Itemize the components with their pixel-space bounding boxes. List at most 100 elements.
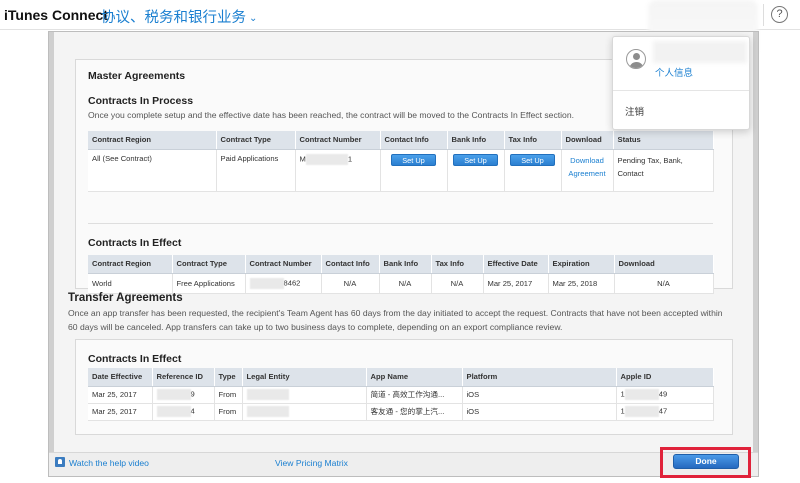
apple-id-cell: 1 49	[616, 386, 714, 404]
transfer-agreements-title: Transfer Agreements	[68, 292, 183, 304]
reference-id-cell: 9	[152, 386, 215, 404]
col-header: Apple ID	[616, 368, 714, 387]
bank-setup-button[interactable]: Set Up	[453, 153, 498, 166]
bank-info-cell: N/A	[379, 273, 432, 294]
redacted-value	[156, 389, 191, 400]
contract-number-suffix: 8462	[283, 278, 301, 287]
date-effective-cell: Mar 25, 2017	[88, 386, 153, 404]
apple-id-suffix: 49	[658, 389, 668, 399]
col-header: Effective Date	[483, 255, 549, 274]
account-dropdown: 个人信息 注销	[612, 36, 750, 130]
redacted-value	[246, 389, 289, 400]
tax-info-cell: N/A	[431, 273, 484, 294]
col-header: Contract Number	[245, 255, 322, 274]
col-header: Type	[214, 368, 243, 387]
contract-region-cell: All (See Contract)	[88, 149, 217, 192]
contracts-in-process-table: Contract Region Contract Type Contract N…	[88, 131, 714, 192]
contract-type-cell: Free Applications	[172, 273, 246, 294]
table-row: Mar 25, 2017 9 From 简道 - 高效工作沟通... iOS 1…	[88, 386, 714, 404]
table-row: All (See Contract) Paid Applications M1 …	[88, 149, 714, 192]
legal-entity-cell	[242, 386, 367, 404]
transfer-contracts-table: Date Effective Reference ID Type Legal E…	[88, 368, 714, 421]
contracts-in-effect-title: Contracts In Effect	[88, 237, 182, 249]
col-header: Contract Type	[216, 131, 296, 150]
done-highlight-box: Done	[660, 447, 751, 478]
expiration-cell: Mar 25, 2018	[548, 273, 615, 294]
transfer-contracts-panel: Contracts In Effect Date Effective Refer…	[75, 339, 733, 435]
type-cell: From	[214, 403, 243, 421]
apple-id-suffix: 47	[658, 406, 668, 416]
redacted-value	[156, 406, 191, 417]
download-cell: N/A	[614, 273, 714, 294]
section-divider	[88, 223, 713, 224]
app-name-cell: 客友通 - 您的掌上汽...	[366, 403, 463, 421]
tax-info-cell: Set Up	[504, 149, 562, 192]
table-header-row: Contract Region Contract Type Contract N…	[88, 255, 714, 274]
reference-id-cell: 4	[152, 403, 215, 421]
platform-cell: iOS	[462, 386, 617, 404]
legal-entity-cell	[242, 403, 367, 421]
video-icon[interactable]	[55, 457, 65, 467]
date-effective-cell: Mar 25, 2017	[88, 403, 153, 421]
col-header: Tax Info	[431, 255, 484, 274]
contract-type-cell: Paid Applications	[216, 149, 296, 192]
col-header: App Name	[366, 368, 463, 387]
brand-title[interactable]: iTunes Connect	[4, 7, 108, 23]
col-header: Expiration	[548, 255, 615, 274]
transfer-agreements-description: Once an app transfer has been requested,…	[68, 308, 723, 332]
top-divider	[763, 4, 764, 26]
contract-number-cell: M1	[295, 149, 381, 192]
redacted-value	[246, 406, 289, 417]
download-agreement-link[interactable]: Download Agreement	[568, 156, 605, 178]
tax-setup-button[interactable]: Set Up	[510, 153, 555, 166]
logout-link[interactable]: 注销	[625, 104, 644, 118]
contact-setup-button[interactable]: Set Up	[391, 153, 436, 166]
col-header: Contract Type	[172, 255, 246, 274]
app-name-cell: 简道 - 高效工作沟通...	[366, 386, 463, 404]
help-icon[interactable]: ?	[771, 6, 788, 23]
col-header: Tax Info	[504, 131, 562, 150]
col-header: Download	[561, 131, 614, 150]
contracts-in-process-title: Contracts In Process	[88, 95, 194, 107]
download-cell: Download Agreement	[561, 149, 614, 192]
contact-info-cell: Set Up	[380, 149, 448, 192]
redacted-value	[624, 389, 659, 400]
status-cell: Pending Tax, Bank, Contact	[613, 149, 714, 192]
watch-help-video-link[interactable]: Watch the help video	[69, 458, 149, 468]
col-header: Contract Region	[88, 255, 173, 274]
apple-id-cell: 1 47	[616, 403, 714, 421]
bank-info-cell: Set Up	[447, 149, 505, 192]
account-name-redacted	[653, 41, 747, 63]
table-header-row: Date Effective Reference ID Type Legal E…	[88, 368, 714, 387]
table-row: World Free Applications 8462 N/A N/A N/A…	[88, 273, 714, 294]
col-header: Contact Info	[321, 255, 380, 274]
col-header: Reference ID	[152, 368, 215, 387]
col-header: Bank Info	[447, 131, 505, 150]
table-header-row: Contract Region Contract Type Contract N…	[88, 131, 714, 150]
section-title[interactable]: 协议、税务和银行业务	[101, 10, 246, 26]
view-pricing-matrix-link[interactable]: View Pricing Matrix	[275, 458, 348, 468]
profile-link[interactable]: 个人信息	[655, 65, 693, 79]
reference-id-suffix: 4	[190, 406, 195, 416]
col-header: Contact Info	[380, 131, 448, 150]
reference-id-suffix: 9	[190, 389, 195, 399]
col-header: Bank Info	[379, 255, 432, 274]
avatar-icon	[626, 49, 646, 69]
contract-number-suffix: 1	[347, 154, 353, 163]
redacted-value	[624, 406, 659, 417]
chevron-down-icon[interactable]: ⌄	[249, 13, 257, 24]
transfer-contracts-in-effect-title: Contracts In Effect	[88, 353, 182, 365]
col-header: Contract Number	[295, 131, 381, 150]
contracts-in-effect-table: Contract Region Contract Type Contract N…	[88, 255, 714, 294]
modal-footer: Watch the help video View Pricing Matrix	[49, 452, 758, 476]
section-dropdown[interactable]: 协议、税务和银行业务 ⌄	[101, 6, 257, 27]
done-button[interactable]: Done	[673, 454, 739, 469]
col-header: Legal Entity	[242, 368, 367, 387]
col-header: Download	[614, 255, 714, 274]
type-cell: From	[214, 386, 243, 404]
table-row: Mar 25, 2017 4 From 客友通 - 您的掌上汽... iOS 1…	[88, 403, 714, 421]
contract-region-cell: World	[88, 273, 173, 294]
top-bar: iTunes Connect 协议、税务和银行业务 ⌄ ?	[0, 0, 800, 56]
dropdown-divider	[613, 90, 749, 91]
redacted-value	[249, 277, 284, 289]
